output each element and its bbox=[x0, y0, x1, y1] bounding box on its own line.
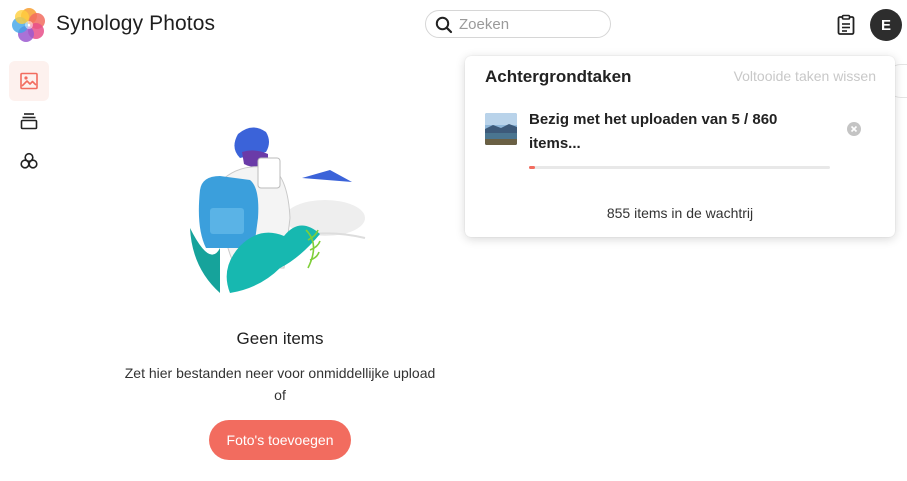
albums-stack-icon bbox=[20, 113, 38, 130]
background-tasks-popup: Achtergrondtaken Voltooide taken wissen … bbox=[465, 56, 895, 237]
clear-completed-tasks-link[interactable]: Voltooide taken wissen bbox=[734, 68, 876, 84]
empty-state-title: Geen items bbox=[236, 329, 324, 348]
user-avatar[interactable]: E bbox=[870, 9, 902, 41]
clipboard-icon[interactable] bbox=[834, 13, 858, 37]
add-photos-button[interactable]: Foto's toevoegen bbox=[209, 420, 351, 460]
shared-circles-icon bbox=[20, 152, 38, 169]
search-input[interactable] bbox=[459, 15, 599, 33]
cancel-task-icon[interactable] bbox=[847, 122, 861, 136]
upload-progress-fill bbox=[529, 166, 536, 169]
sidebar-item-photos[interactable] bbox=[9, 61, 49, 101]
drop-hint-or: of bbox=[274, 387, 286, 403]
drop-hint-text: Zet hier bestanden neer voor onmiddellij… bbox=[124, 365, 436, 381]
search-icon bbox=[435, 16, 453, 34]
empty-state-illustration bbox=[190, 127, 366, 293]
upload-task-text: Bezig met het uploaden van 5 / 860 items… bbox=[529, 111, 778, 152]
sidebar-item-albums[interactable] bbox=[9, 101, 49, 141]
photo-icon bbox=[20, 72, 38, 90]
app-title: Synology Photos bbox=[56, 12, 216, 35]
sidebar-item-shared[interactable] bbox=[9, 141, 49, 181]
popup-title: Achtergrondtaken bbox=[485, 67, 632, 86]
synology-photos-logo-icon bbox=[12, 8, 45, 42]
upload-progress-bar bbox=[529, 166, 830, 169]
empty-state-description: Zet hier bestanden neer voor onmiddellij… bbox=[110, 362, 450, 406]
search-box[interactable] bbox=[425, 10, 611, 38]
upload-thumbnail bbox=[485, 113, 517, 145]
queue-status-text: 855 items in de wachtrij bbox=[606, 205, 754, 221]
